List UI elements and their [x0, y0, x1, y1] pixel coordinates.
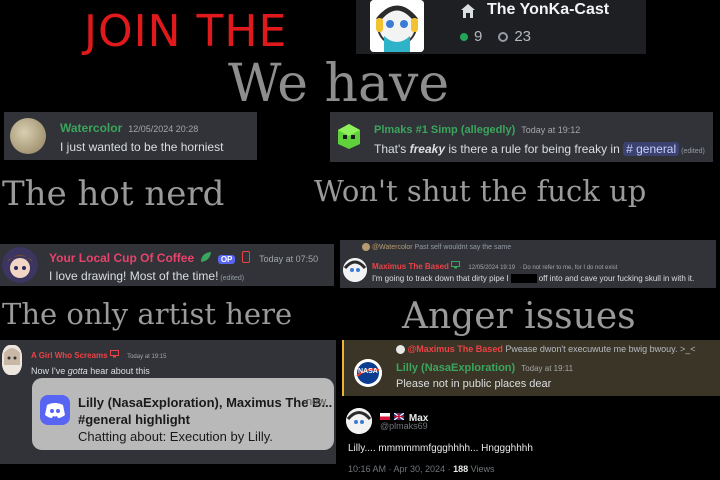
message-text: I just wanted to be the horniest [60, 140, 224, 154]
reply-avatar [362, 243, 370, 251]
username: Lilly (NasaExploration) Today at 19:11 [396, 361, 573, 376]
avatar-label: NASA [358, 368, 378, 375]
only-artist-caption: The only artist here [2, 297, 293, 331]
message-text: I'm going to track down that dirty pipe … [372, 274, 694, 284]
tweet-meta: 10:16 AM · Apr 30, 2024 · 188 Views [348, 464, 494, 474]
timestamp: Today at 19:12 [521, 125, 581, 135]
user-avatar: NASA [354, 359, 382, 387]
username: Maximus The Based 12/05/2024 19:19 · Do … [372, 260, 617, 275]
edited-tag: (edited) [220, 275, 245, 282]
tweet-views: 188 [453, 464, 469, 474]
text-part: Now I've [31, 366, 68, 376]
server-card[interactable]: The YonKa-Cast 9 23 [356, 0, 646, 54]
uk-flag-icon [394, 413, 405, 421]
tweet-date: 10:16 AM · Apr 30, 2024 · [348, 464, 454, 474]
tweet-avatar [346, 408, 372, 434]
user-avatar [336, 122, 362, 150]
hot-nerd-caption: The hot nerd [2, 174, 225, 214]
message-text: That's freaky is there a rule for being … [374, 142, 705, 159]
phone-icon [241, 251, 250, 266]
user-note: · Do not refer to me, for I do not exist [519, 265, 618, 272]
user-avatar [2, 247, 38, 283]
text-part: I love drawing! Most of the time! [49, 269, 219, 283]
username-text: A Girl Who Screams [31, 351, 108, 361]
members-dot-icon [498, 32, 509, 43]
edited-tag: (edited) [681, 148, 705, 155]
discord-icon [40, 395, 70, 425]
username-text: Watercolor [60, 121, 123, 135]
message-coffee[interactable]: Your Local Cup Of Coffee OP Today at 07:… [0, 244, 334, 286]
op-badge: OP [217, 255, 236, 264]
text-bold: freaky [409, 142, 446, 156]
message-plmaks[interactable]: Plmaks #1 Simp (allegedly) Today at 19:12… [330, 112, 713, 162]
poland-flag-icon [380, 413, 390, 421]
timestamp: 12/05/2024 20:28 [128, 124, 199, 134]
text-part: is there a rule for being freaky in [445, 142, 624, 156]
reply-preview[interactable]: @Maximus The Based Pwease dwon't execuwu… [396, 344, 696, 355]
username-text: Lilly (NasaExploration) [396, 362, 516, 374]
username-text: Maximus The Based [372, 262, 449, 272]
username: Plmaks #1 Simp (allegedly) Today at 19:12 [374, 123, 580, 137]
reply-text: Past self wouldnt say the same [414, 243, 512, 251]
online-count: 9 [474, 28, 483, 45]
reply-avatar [396, 345, 405, 355]
text-part: hear about this [87, 366, 150, 376]
server-stats: 9 23 [460, 28, 531, 46]
username: Watercolor 12/05/2024 20:28 [60, 121, 198, 136]
text-part: I'm going to track down that dirty pipe … [372, 274, 509, 283]
tweet-views-label: Views [468, 464, 495, 474]
reply-preview[interactable]: @Watercolor Past self wouldnt say the sa… [362, 243, 511, 251]
member-count: 23 [514, 28, 532, 45]
notification-body: Chatting about: Execution by Lilly. [78, 429, 273, 444]
tweet-text: Lilly.... mmmmmmfggghhhh... Hnggghhhh [348, 443, 533, 454]
server-name: The YonKa-Cast [487, 1, 610, 18]
we-have-caption: We have [228, 54, 450, 114]
username: Your Local Cup Of Coffee OP Today at 07:… [49, 251, 318, 267]
tweet-card[interactable]: Max @plmaks69 Lilly.... mmmmmmfggghhhh..… [340, 402, 720, 480]
timestamp: Today at 07:50 [259, 254, 319, 264]
leaf-badge-icon [200, 251, 212, 266]
reply-text: Pwease dwon't execuwute me bwig bwouy. >… [505, 344, 696, 354]
text-italic: gotta [67, 366, 88, 376]
notification-card[interactable]: Lilly (NasaExploration), Maximus The B..… [32, 378, 334, 450]
server-avatar [370, 0, 424, 52]
user-avatar [10, 118, 46, 154]
user-avatar [2, 345, 22, 375]
wont-shut-up-caption: Won't shut the fuck up [314, 174, 647, 208]
online-dot-icon [460, 33, 468, 42]
monitor-icon [451, 260, 461, 274]
message-text: I love drawing! Most of the time! (edited… [49, 269, 244, 286]
monitor-icon [109, 349, 119, 363]
username-text: Your Local Cup Of Coffee [49, 251, 195, 265]
message-text: Please not in public places dear [396, 378, 552, 390]
reply-username: @Watercolor [371, 243, 413, 251]
message-maximus[interactable]: @Watercolor Past self wouldnt say the sa… [340, 240, 716, 288]
notification-time: now [306, 396, 327, 408]
tweet-handle[interactable]: @plmaks69 [380, 421, 428, 431]
reply-username: @Maximus The Based [407, 344, 503, 354]
timestamp: 12/05/2024 19:19 [468, 265, 516, 272]
home-icon [460, 3, 476, 24]
redacted-block [510, 274, 537, 284]
message-watercolor[interactable]: Watercolor 12/05/2024 20:28 I just wanted… [4, 112, 257, 160]
channel-mention[interactable]: # general [623, 142, 680, 156]
anger-issues-caption: Anger issues [402, 296, 636, 337]
text-part: That's [374, 142, 410, 156]
message-lilly[interactable]: @Maximus The Based Pwease dwon't execuwu… [342, 340, 720, 396]
message-text: Now I've gotta hear about this [31, 364, 150, 378]
timestamp: Today at 19:15 [127, 354, 167, 361]
notification-channel: #general highlight [78, 412, 190, 427]
username-text: Plmaks #1 Simp (allegedly) [374, 124, 516, 136]
timestamp: Today at 19:11 [521, 364, 574, 373]
text-part: off into and cave your fucking skull in … [538, 274, 695, 283]
notification-title: Lilly (NasaExploration), Maximus The B..… [78, 395, 333, 410]
user-avatar [343, 258, 367, 282]
username: A Girl Who Screams Today at 19:15 [31, 349, 166, 364]
